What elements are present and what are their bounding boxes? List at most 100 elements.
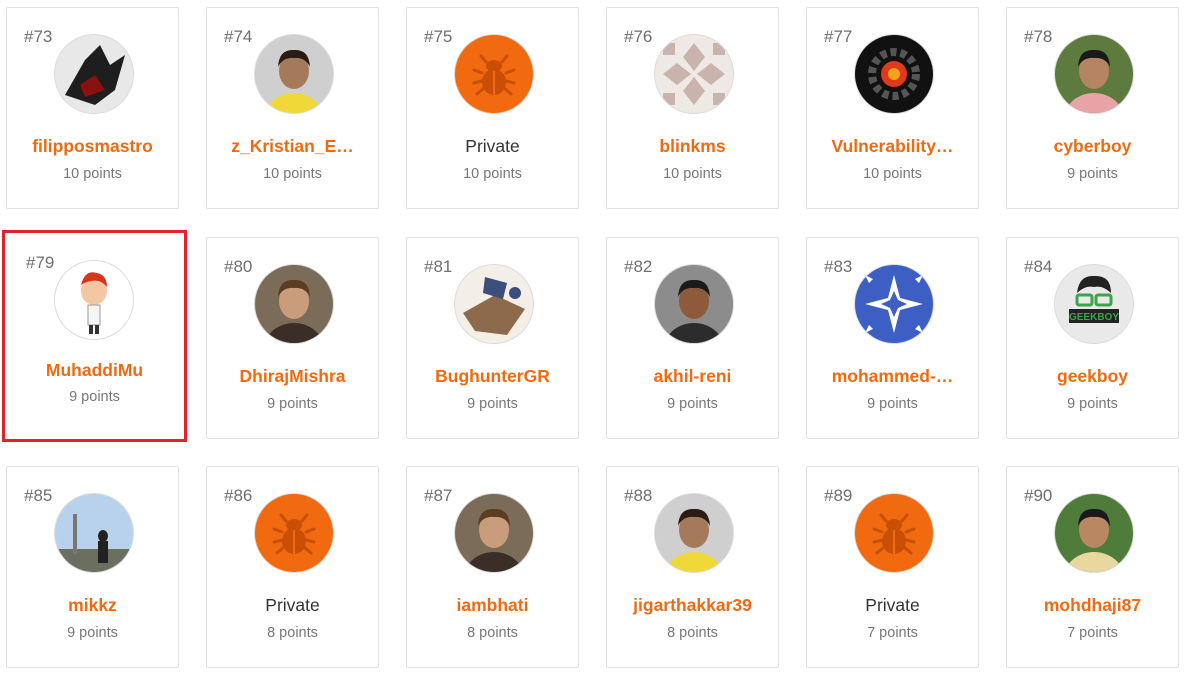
bug-icon: [255, 494, 333, 572]
avatar-photo-man-image: [1055, 35, 1133, 113]
rank-label: #78: [1024, 27, 1053, 46]
leaderboard-card[interactable]: #86 Private 8 points: [206, 466, 379, 668]
private-bug-avatar[interactable]: [255, 494, 333, 572]
username-link[interactable]: BughunterGR: [415, 366, 570, 387]
points-label: 10 points: [663, 166, 722, 182]
rank-label: #79: [26, 253, 55, 272]
avatar-pattern-image: [655, 35, 733, 113]
leaderboard-card-highlighted[interactable]: #79 MuhaddiMu 9 points: [2, 230, 187, 442]
leaderboard-card[interactable]: #84 GEEKBOY geekboy 9 points: [1006, 237, 1179, 439]
leaderboard-card[interactable]: #90 mohdhaji87 7 points: [1006, 466, 1179, 668]
rank-label: #73: [24, 27, 53, 46]
username-link[interactable]: mikkz: [15, 595, 170, 616]
avatar-photo-man-image: [655, 265, 733, 343]
leaderboard-card[interactable]: #88 jigarthakkar39 8 points: [606, 466, 779, 668]
points-label: 9 points: [667, 396, 718, 412]
bug-icon: [855, 494, 933, 572]
rank-label: #89: [824, 486, 853, 505]
rank-label: #75: [424, 27, 453, 46]
avatar-photo-man-image: [1055, 494, 1133, 572]
leaderboard-card[interactable]: #82 akhil-reni 9 points: [606, 237, 779, 439]
bug-icon: [455, 35, 533, 113]
user-avatar[interactable]: [655, 265, 733, 343]
leaderboard-card[interactable]: #81 BughunterGR 9 points: [406, 237, 579, 439]
rank-label: #88: [624, 486, 653, 505]
avatar-photo-landscape-image: [55, 494, 133, 572]
points-label: 9 points: [1067, 396, 1118, 412]
username-link[interactable]: z_Kristian_E…: [215, 136, 370, 157]
avatar-geekboy-logo-image: GEEKBOY: [1055, 265, 1133, 343]
points-label: 9 points: [867, 396, 918, 412]
private-user-label: Private: [465, 136, 520, 156]
user-avatar[interactable]: [255, 35, 333, 113]
user-avatar[interactable]: [55, 35, 133, 113]
rank-label: #87: [424, 486, 453, 505]
user-avatar[interactable]: [255, 265, 333, 343]
rank-label: #82: [624, 257, 653, 276]
rank-label: #85: [24, 486, 53, 505]
user-avatar[interactable]: [1055, 494, 1133, 572]
username-link[interactable]: iambhati: [415, 595, 570, 616]
leaderboard-card[interactable]: #73 filipposmastro 10 points: [6, 7, 179, 209]
rank-label: #86: [224, 486, 253, 505]
username-link[interactable]: blinkms: [615, 136, 770, 157]
points-label: 9 points: [467, 396, 518, 412]
leaderboard-card[interactable]: #85 mikkz 9 points: [6, 466, 179, 668]
private-bug-avatar[interactable]: [455, 35, 533, 113]
username-link[interactable]: geekboy: [1015, 366, 1170, 387]
points-label: 9 points: [67, 625, 118, 641]
leaderboard-card[interactable]: #87 iambhati 8 points: [406, 466, 579, 668]
avatar-photo-man-image: [455, 494, 533, 572]
user-avatar[interactable]: [55, 261, 133, 339]
username-link[interactable]: cyberboy: [1015, 136, 1170, 157]
leaderboard-card[interactable]: #75 Private 10 points: [406, 7, 579, 209]
username-link[interactable]: Vulnerability…: [815, 136, 970, 157]
username-link[interactable]: filipposmastro: [15, 136, 170, 157]
points-label: 8 points: [267, 625, 318, 641]
points-label: 8 points: [667, 625, 718, 641]
user-avatar[interactable]: [655, 494, 733, 572]
avatar-gear-image: [855, 35, 933, 113]
username-link[interactable]: mohdhaji87: [1015, 595, 1170, 616]
leaderboard-card[interactable]: #83 mohammed-… 9 points: [806, 237, 979, 439]
points-label: 10 points: [263, 166, 322, 182]
rank-label: #76: [624, 27, 653, 46]
username-link[interactable]: mohammed-…: [815, 366, 970, 387]
leaderboard-card[interactable]: #80 DhirajMishra 9 points: [206, 237, 379, 439]
username-link[interactable]: jigarthakkar39: [615, 595, 770, 616]
username-link[interactable]: MuhaddiMu: [15, 360, 174, 381]
rank-label: #74: [224, 27, 253, 46]
avatar-cartoon-image: [55, 261, 133, 339]
points-label: 9 points: [267, 396, 318, 412]
leaderboard-card[interactable]: #74 z_Kristian_E… 10 points: [206, 7, 379, 209]
rank-label: #80: [224, 257, 253, 276]
leaderboard-card[interactable]: #89 Private 7 points: [806, 466, 979, 668]
rank-label: #83: [824, 257, 853, 276]
user-avatar[interactable]: [455, 494, 533, 572]
leaderboard-card[interactable]: #78 cyberboy 9 points: [1006, 7, 1179, 209]
private-user-label: Private: [865, 595, 920, 615]
avatar-dark-figure-image: [55, 35, 133, 113]
user-avatar[interactable]: [55, 494, 133, 572]
user-avatar[interactable]: GEEKBOY: [1055, 265, 1133, 343]
avatar-photo-man-image: [655, 494, 733, 572]
leaderboard-grid: #73 filipposmastro 10 points #74 z_Kristian_…: [0, 0, 1186, 677]
username-link[interactable]: DhirajMishra: [215, 366, 370, 387]
user-avatar[interactable]: [855, 265, 933, 343]
user-avatar[interactable]: [855, 35, 933, 113]
private-bug-avatar[interactable]: [855, 494, 933, 572]
points-label: 7 points: [867, 625, 918, 641]
points-label: 10 points: [863, 166, 922, 182]
leaderboard-card[interactable]: #77 Vulnerability… 10 points: [806, 7, 979, 209]
points-label: 7 points: [1067, 625, 1118, 641]
username-link[interactable]: akhil-reni: [615, 366, 770, 387]
user-avatar[interactable]: [655, 35, 733, 113]
avatar-illustration-image: [455, 265, 533, 343]
user-avatar[interactable]: [455, 265, 533, 343]
svg-text:GEEKBOY: GEEKBOY: [1069, 312, 1119, 323]
user-avatar[interactable]: [1055, 35, 1133, 113]
points-label: 8 points: [467, 625, 518, 641]
points-label: 9 points: [69, 389, 120, 405]
points-label: 10 points: [63, 166, 122, 182]
leaderboard-card[interactable]: #76 blinkms 10 points: [606, 7, 779, 209]
